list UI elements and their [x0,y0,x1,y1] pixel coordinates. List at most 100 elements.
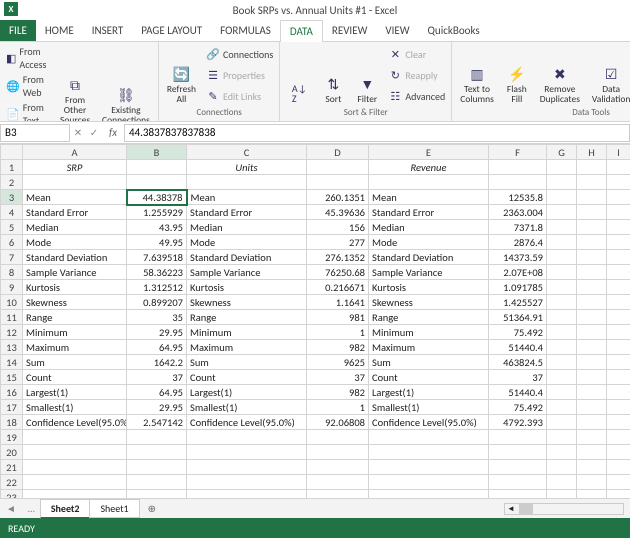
add-sheet-button[interactable]: ⊕ [140,502,164,515]
flash-fill-button[interactable]: ⚡Flash Fill [502,44,532,107]
cell-C5[interactable]: Median [187,220,307,235]
cell-E20[interactable] [369,445,489,460]
cell-F21[interactable] [489,460,547,475]
cell-G17[interactable] [547,400,577,415]
cell-C15[interactable]: Count [187,370,307,385]
cell-I1[interactable] [607,160,630,175]
cell-A19[interactable] [23,430,127,445]
row-header[interactable]: 23 [1,490,23,499]
scroll-thumb[interactable] [519,504,533,514]
cell-G23[interactable] [547,490,577,499]
cell-B16[interactable]: 64.95 [127,385,187,400]
cell-G12[interactable] [547,325,577,340]
cell-D14[interactable]: 9625 [307,355,369,370]
cell-F15[interactable]: 37 [489,370,547,385]
row-header[interactable]: 11 [1,310,23,325]
clear-button[interactable]: ✕Clear [386,47,447,63]
cell-F2[interactable] [489,175,547,190]
cell-E19[interactable] [369,430,489,445]
cell-G9[interactable] [547,280,577,295]
cell-F19[interactable] [489,430,547,445]
cell-A1[interactable]: SRP [23,160,127,175]
cell-H6[interactable] [577,235,607,250]
refresh-all-button[interactable]: 🔄Refresh All [163,44,200,107]
cell-D23[interactable] [307,490,369,499]
cell-H7[interactable] [577,250,607,265]
cell-F12[interactable]: 75.492 [489,325,547,340]
cell-G22[interactable] [547,475,577,490]
cell-A6[interactable]: Mode [23,235,127,250]
cell-A10[interactable]: Skewness [23,295,127,310]
cell-C4[interactable]: Standard Error [187,205,307,220]
cell-D18[interactable]: 92.06808 [307,415,369,430]
row-header[interactable]: 10 [1,295,23,310]
cell-A7[interactable]: Standard Deviation [23,250,127,265]
row-header[interactable]: 7 [1,250,23,265]
cell-D10[interactable]: 1.1641 [307,295,369,310]
from-web-button[interactable]: 🌐From Web [4,72,52,100]
cell-C19[interactable] [187,430,307,445]
cell-B8[interactable]: 58.36223 [127,265,187,280]
col-header-C[interactable]: C [187,145,307,160]
cell-C10[interactable]: Skewness [187,295,307,310]
cancel-formula-button[interactable]: ✕ [70,126,86,139]
cell-A11[interactable]: Range [23,310,127,325]
cell-B15[interactable]: 37 [127,370,187,385]
cell-H1[interactable] [577,160,607,175]
cell-I2[interactable] [607,175,630,190]
cell-I19[interactable] [607,430,630,445]
cell-I14[interactable] [607,355,630,370]
cell-F23[interactable] [489,490,547,499]
cell-F17[interactable]: 75.492 [489,400,547,415]
cell-H23[interactable] [577,490,607,499]
cell-G3[interactable] [547,190,577,205]
from-other-sources-button[interactable]: ⧉From Other Sources [56,44,94,122]
cell-I3[interactable] [607,190,630,205]
cell-C8[interactable]: Sample Variance [187,265,307,280]
cell-C13[interactable]: Maximum [187,340,307,355]
cell-H12[interactable] [577,325,607,340]
cell-I4[interactable] [607,205,630,220]
accept-formula-button[interactable]: ✓ [86,126,102,139]
cell-C2[interactable] [187,175,307,190]
cell-I15[interactable] [607,370,630,385]
cell-H5[interactable] [577,220,607,235]
cell-F5[interactable]: 7371.8 [489,220,547,235]
cell-D17[interactable]: 1 [307,400,369,415]
cell-C1[interactable]: Units [187,160,307,175]
row-header[interactable]: 3 [1,190,23,205]
cell-A16[interactable]: Largest(1) [23,385,127,400]
cell-C23[interactable] [187,490,307,499]
row-header[interactable]: 9 [1,280,23,295]
cell-H17[interactable] [577,400,607,415]
cell-G14[interactable] [547,355,577,370]
cell-I10[interactable] [607,295,630,310]
sheet-tab-sheet2[interactable]: Sheet2 [40,499,91,519]
cell-B1[interactable] [127,160,187,175]
row-header[interactable]: 6 [1,235,23,250]
cell-G8[interactable] [547,265,577,280]
cell-F22[interactable] [489,475,547,490]
cell-C11[interactable]: Range [187,310,307,325]
cell-G16[interactable] [547,385,577,400]
cell-I13[interactable] [607,340,630,355]
cell-H14[interactable] [577,355,607,370]
cell-B9[interactable]: 1.312512 [127,280,187,295]
col-header-I[interactable]: I [607,145,630,160]
cell-C12[interactable]: Minimum [187,325,307,340]
row-header[interactable]: 12 [1,325,23,340]
cell-F20[interactable] [489,445,547,460]
cell-E2[interactable] [369,175,489,190]
text-to-columns-button[interactable]: ▥Text to Columns [456,44,498,107]
filter-button[interactable]: ▼Filter [352,44,382,107]
cell-H21[interactable] [577,460,607,475]
cell-E18[interactable]: Confidence Level(95.0%) [369,415,489,430]
cell-E13[interactable]: Maximum [369,340,489,355]
cell-I9[interactable] [607,280,630,295]
cell-D4[interactable]: 45.39636 [307,205,369,220]
cell-D16[interactable]: 982 [307,385,369,400]
cell-E11[interactable]: Range [369,310,489,325]
col-header-D[interactable]: D [307,145,369,160]
cell-I21[interactable] [607,460,630,475]
cell-A22[interactable] [23,475,127,490]
